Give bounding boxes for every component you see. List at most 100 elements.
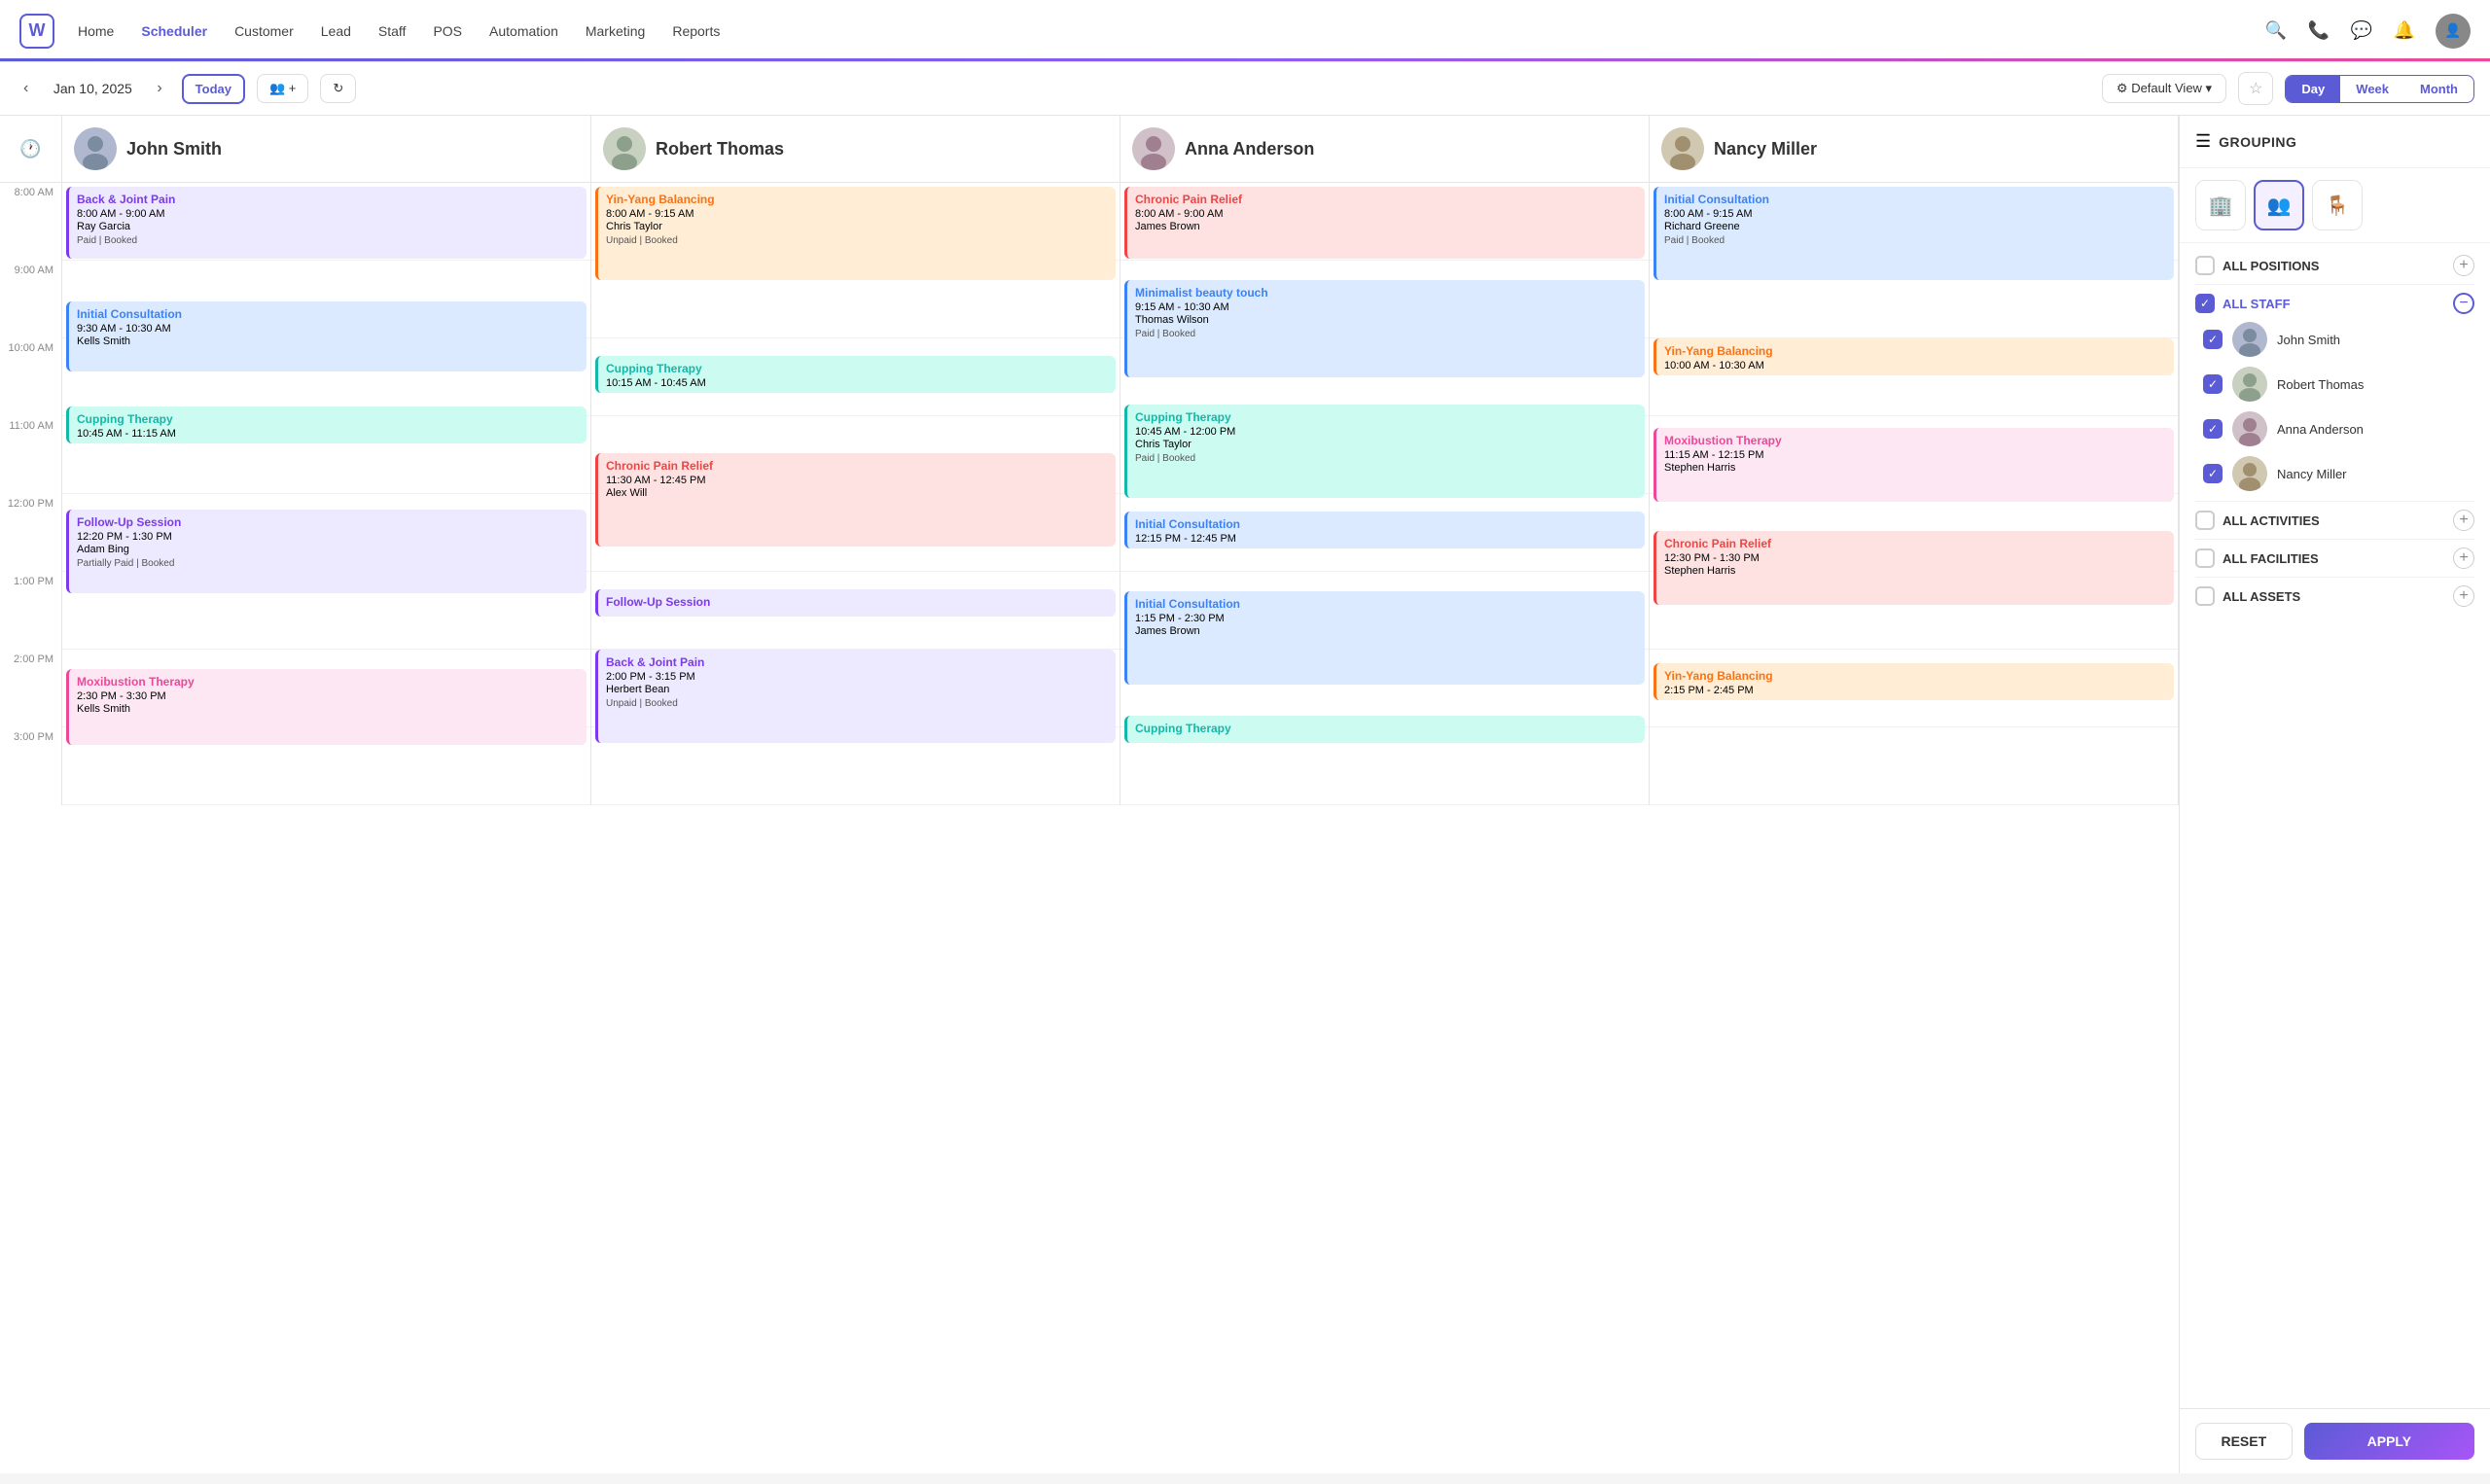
appt-back-joint-john[interactable]: Back & Joint Pain 8:00 AM - 9:00 AM Ray … [66, 187, 587, 259]
appt-cupping-anna[interactable]: Cupping Therapy 10:45 AM - 12:00 PM Chri… [1124, 405, 1645, 498]
john-checkbox[interactable]: ✓ [2203, 330, 2223, 349]
appt-minimalist-anna[interactable]: Minimalist beauty touch 9:15 AM - 10:30 … [1124, 280, 1645, 377]
nav-home[interactable]: Home [78, 23, 114, 39]
appt-yinyang-nancy2[interactable]: Yin-Yang Balancing 2:15 PM - 2:45 PM [1654, 663, 2174, 700]
view-group: Day Week Month [2285, 75, 2474, 103]
calendar: 🕐 John Smith Robert Thomas Anna Anderson [0, 116, 2179, 1473]
divider-2 [2195, 501, 2474, 502]
sidebar: ☰ GROUPING 🏢 👥 🪑 ALL POSITIONS + ✓ [2179, 116, 2490, 1473]
all-positions-checkbox[interactable] [2195, 256, 2215, 275]
current-date: Jan 10, 2025 [44, 81, 141, 96]
all-assets-checkbox[interactable] [2195, 586, 2215, 606]
date-navigation: ‹ Jan 10, 2025 › [16, 76, 170, 101]
grouping-icon: ☰ [2195, 131, 2211, 152]
appt-cupping-robert[interactable]: Cupping Therapy 10:15 AM - 10:45 AM [595, 356, 1116, 393]
nav-staff[interactable]: Staff [378, 23, 407, 39]
search-icon[interactable]: 🔍 [2264, 19, 2288, 43]
prev-date-button[interactable]: ‹ [16, 76, 36, 101]
staff-name-anna: Anna Anderson [1185, 139, 1314, 159]
staff-name-robert: Robert Thomas [656, 139, 784, 159]
nav-customer[interactable]: Customer [234, 23, 294, 39]
appt-moxibustion-nancy[interactable]: Moxibustion Therapy 11:15 AM - 12:15 PM … [1654, 428, 2174, 502]
all-staff-row: ✓ ALL STAFF − [2195, 293, 2474, 314]
appt-initial-john[interactable]: Initial Consultation 9:30 AM - 10:30 AM … [66, 301, 587, 371]
building-group-btn[interactable]: 🏢 [2195, 180, 2246, 230]
all-staff-checkbox[interactable]: ✓ [2195, 294, 2215, 313]
appt-chronic-robert[interactable]: Chronic Pain Relief 11:30 AM - 12:45 PM … [595, 453, 1116, 547]
user-avatar[interactable]: 👤 [2436, 14, 2471, 49]
staff-avatar-john [74, 127, 117, 170]
time-1pm: 1:00 PM [0, 572, 62, 650]
appt-chronic-nancy[interactable]: Chronic Pain Relief 12:30 PM - 1:30 PM S… [1654, 531, 2174, 605]
appt-initial-nancy[interactable]: Initial Consultation 8:00 AM - 9:15 AM R… [1654, 187, 2174, 280]
reset-button[interactable]: RESET [2195, 1423, 2293, 1460]
month-view-button[interactable]: Month [2404, 76, 2473, 102]
nav-automation[interactable]: Automation [489, 23, 558, 39]
time-12pm: 12:00 PM [0, 494, 62, 572]
calendar-header: 🕐 John Smith Robert Thomas Anna Anderson [0, 116, 2179, 183]
today-button[interactable]: Today [182, 74, 245, 104]
nav-pos[interactable]: POS [433, 23, 462, 39]
staff-group-btn[interactable]: 👥 [2254, 180, 2304, 230]
nav-items: Home Scheduler Customer Lead Staff POS A… [78, 23, 720, 39]
staff-name-nancy: Nancy Miller [1714, 139, 1817, 159]
next-date-button[interactable]: › [149, 76, 169, 101]
week-view-button[interactable]: Week [2340, 76, 2404, 102]
appt-followup-robert[interactable]: Follow-Up Session [595, 589, 1116, 617]
grouping-icons: 🏢 👥 🪑 [2180, 168, 2490, 243]
assets-group-btn[interactable]: 🪑 [2312, 180, 2363, 230]
nav-marketing[interactable]: Marketing [586, 23, 645, 39]
add-assets-button[interactable]: + [2453, 585, 2474, 607]
sidebar-header: ☰ GROUPING [2180, 116, 2490, 168]
sidebar-footer: RESET APPLY [2180, 1408, 2490, 1473]
appt-yinyang-nancy[interactable]: Yin-Yang Balancing 10:00 AM - 10:30 AM [1654, 338, 2174, 375]
staff-filter-john: ✓ John Smith [2203, 322, 2474, 357]
phone-icon[interactable]: 📞 [2307, 19, 2330, 43]
time-11am: 11:00 AM [0, 416, 62, 494]
logo[interactable]: W [19, 14, 54, 49]
nav-scheduler[interactable]: Scheduler [141, 23, 207, 39]
robert-checkbox[interactable]: ✓ [2203, 374, 2223, 394]
nav-right: 🔍 📞 💬 🔔 👤 [2264, 14, 2471, 49]
appt-moxibustion-john[interactable]: Moxibustion Therapy 2:30 PM - 3:30 PM Ke… [66, 669, 587, 745]
appt-back-joint-robert[interactable]: Back & Joint Pain 2:00 PM - 3:15 PM Herb… [595, 650, 1116, 743]
anna-checkbox[interactable]: ✓ [2203, 419, 2223, 439]
add-facilities-button[interactable]: + [2453, 548, 2474, 569]
add-activities-button[interactable]: + [2453, 510, 2474, 531]
staff-avatar-robert [603, 127, 646, 170]
appt-yinyang-robert[interactable]: Yin-Yang Balancing 8:00 AM - 9:15 AM Chr… [595, 187, 1116, 280]
time-column: 8:00 AM 9:00 AM 10:00 AM 11:00 AM 12:00 … [0, 183, 62, 805]
appt-cupping-john[interactable]: Cupping Therapy 10:45 AM - 11:15 AM [66, 406, 587, 443]
filter-button[interactable]: ⚙ Default View ▾ [2102, 74, 2226, 103]
robert-filter-avatar [2232, 367, 2267, 402]
nancy-filter-avatar [2232, 456, 2267, 491]
toolbar: ‹ Jan 10, 2025 › Today 👥 + ↻ ⚙ Default V… [0, 62, 2490, 116]
notification-icon[interactable]: 🔔 [2393, 19, 2416, 43]
staff-header-john: John Smith [62, 116, 591, 182]
add-staff-button[interactable]: 👥 + [257, 74, 308, 103]
appt-cupping-anna2[interactable]: Cupping Therapy [1124, 716, 1645, 743]
staff-filter-anna: ✓ Anna Anderson [2203, 411, 2474, 446]
appt-initial-anna2[interactable]: Initial Consultation 1:15 PM - 2:30 PM J… [1124, 591, 1645, 685]
nav-lead[interactable]: Lead [321, 23, 351, 39]
staff-col-nancy: Initial Consultation 8:00 AM - 9:15 AM R… [1650, 183, 2179, 805]
appt-followup-john[interactable]: Follow-Up Session 12:20 PM - 1:30 PM Ada… [66, 510, 587, 593]
refresh-button[interactable]: ↻ [320, 74, 356, 103]
staff-col-anna: Chronic Pain Relief 8:00 AM - 9:00 AM Ja… [1120, 183, 1650, 805]
star-button[interactable]: ☆ [2238, 72, 2273, 105]
apply-button[interactable]: APPLY [2304, 1423, 2474, 1460]
staff-filter-nancy: ✓ Nancy Miller [2203, 456, 2474, 491]
whatsapp-icon[interactable]: 💬 [2350, 19, 2373, 43]
day-view-button[interactable]: Day [2286, 76, 2340, 102]
appt-initial-anna1[interactable]: Initial Consultation 12:15 PM - 12:45 PM [1124, 512, 1645, 548]
remove-staff-button[interactable]: − [2453, 293, 2474, 314]
john-filter-avatar [2232, 322, 2267, 357]
all-facilities-checkbox[interactable] [2195, 548, 2215, 568]
nancy-checkbox[interactable]: ✓ [2203, 464, 2223, 483]
add-positions-button[interactable]: + [2453, 255, 2474, 276]
all-activities-checkbox[interactable] [2195, 511, 2215, 530]
appt-chronic-anna[interactable]: Chronic Pain Relief 8:00 AM - 9:00 AM Ja… [1124, 187, 1645, 259]
time-gutter-header: 🕐 [0, 116, 62, 182]
all-assets-row: ALL ASSETS + [2195, 585, 2474, 607]
nav-reports[interactable]: Reports [672, 23, 720, 39]
